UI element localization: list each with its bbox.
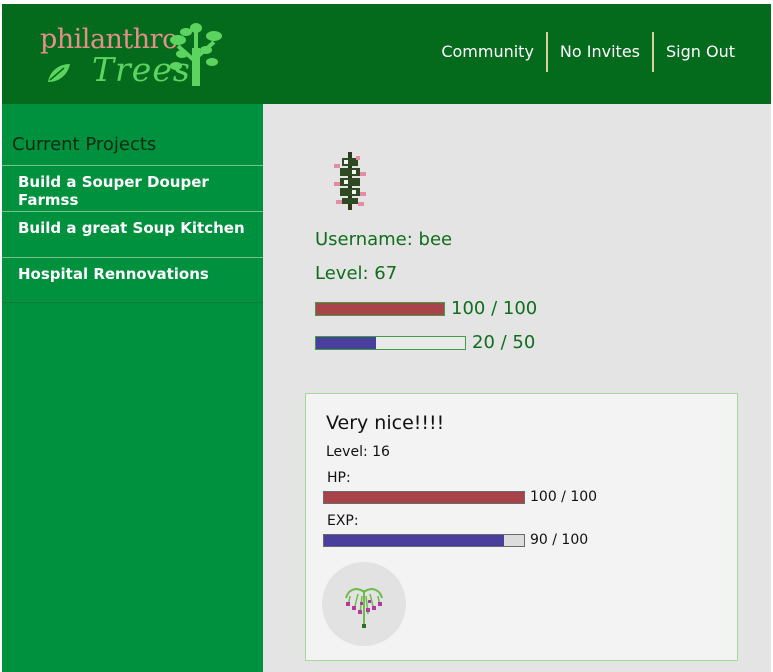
main-content: Username: bee Level: 67 100 / 100 20 / 5… [263, 104, 771, 672]
hp-bar-fill [316, 302, 444, 315]
card-level: Level: 16 [326, 444, 390, 460]
nav-no-invites[interactable]: No Invites [548, 32, 652, 72]
sidebar: Current Projects Build a Souper Douper F… [2, 104, 263, 672]
username-label: Username: bee [315, 229, 453, 250]
card-hp-label: HP: [327, 470, 351, 486]
exp-bar [315, 335, 466, 350]
hp-value: 100 / 100 [451, 298, 538, 319]
card-exp-label: EXP: [327, 513, 359, 529]
pixel-tree-icon [345, 588, 383, 628]
sidebar-item-souper-douper-farmss[interactable]: Build a Souper Douper Farmss [2, 165, 263, 211]
app-logo[interactable]: philanthro Trees [38, 20, 238, 90]
pixel-tree-icon [330, 150, 370, 216]
card-hp-value: 100 / 100 [530, 489, 598, 505]
hp-bar [315, 301, 445, 316]
exp-bar-fill [316, 336, 376, 349]
card-hp-row: 100 / 100 [323, 489, 597, 505]
level-label: Level: 67 [315, 263, 398, 284]
card-exp-value: 90 / 100 [530, 532, 589, 548]
hp-row: 100 / 100 [315, 298, 537, 319]
card-exp-row: 90 / 100 [323, 532, 588, 548]
card-hp-bar-fill [324, 491, 524, 503]
sidebar-item-hospital-rennovations[interactable]: Hospital Rennovations [2, 257, 263, 303]
card-exp-bar-fill [324, 534, 504, 546]
tree-card[interactable]: Very nice!!!! Level: 16 HP: 100 / 100 EX… [305, 393, 738, 661]
top-nav: Community No Invites Sign Out [429, 30, 747, 74]
leaf-icon [46, 62, 72, 88]
card-title: Very nice!!!! [326, 412, 445, 434]
exp-value: 20 / 50 [472, 332, 536, 353]
card-avatar[interactable] [322, 562, 406, 646]
card-exp-bar [323, 533, 525, 547]
sidebar-item-soup-kitchen[interactable]: Build a great Soup Kitchen [2, 211, 263, 257]
sidebar-title: Current Projects [12, 134, 157, 155]
project-list: Build a Souper Douper Farmss Build a gre… [2, 165, 263, 303]
header: philanthro Trees Community No Invites Si… [2, 4, 771, 104]
exp-row: 20 / 50 [315, 332, 535, 353]
card-hp-bar [323, 490, 525, 504]
tree-icon [168, 22, 224, 92]
nav-community[interactable]: Community [429, 32, 546, 72]
nav-sign-out[interactable]: Sign Out [654, 32, 747, 72]
